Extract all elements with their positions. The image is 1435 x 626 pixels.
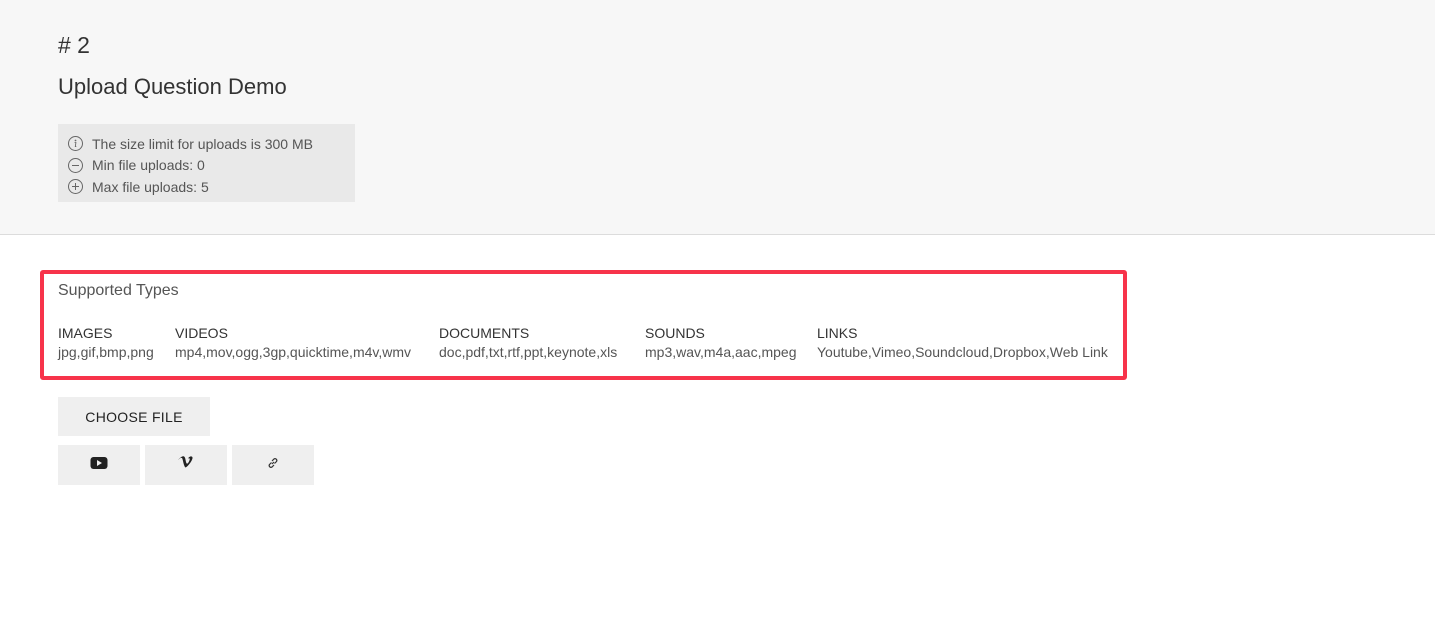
type-documents: DOCUMENTS doc,pdf,txt,rtf,ppt,keynote,xl… — [439, 324, 617, 362]
type-sounds: SOUNDS mp3,wav,m4a,aac,mpeg — [645, 324, 796, 362]
info-icon — [68, 136, 83, 152]
type-label: LINKS — [817, 325, 858, 341]
supported-types-title: Supported Types — [58, 282, 179, 299]
type-label: IMAGES — [58, 325, 113, 341]
vimeo-icon — [177, 455, 195, 476]
vimeo-link-button[interactable] — [145, 445, 227, 485]
plus-circle-icon — [68, 179, 83, 195]
type-extensions: Youtube,Vimeo,Soundcloud,Dropbox,Web Lin… — [817, 344, 1108, 360]
type-links: LINKS Youtube,Vimeo,Soundcloud,Dropbox,W… — [817, 324, 1108, 362]
max-uploads-text: Max file uploads: 5 — [92, 178, 209, 195]
type-label: SOUNDS — [645, 325, 705, 341]
type-extensions: doc,pdf,txt,rtf,ppt,keynote,xls — [439, 344, 618, 360]
size-limit-text: The size limit for uploads is 300 MB — [92, 135, 313, 152]
upload-info-box: The size limit for uploads is 300 MB Min… — [58, 124, 355, 202]
question-header: # 2 Upload Question Demo The size limit … — [0, 0, 1435, 235]
choose-file-button[interactable]: CHOOSE FILE — [58, 397, 210, 436]
min-uploads-row: Min file uploads: 0 — [68, 155, 355, 177]
question-title: Upload Question Demo — [58, 74, 287, 99]
youtube-icon — [90, 456, 108, 475]
minus-circle-icon — [68, 157, 83, 173]
web-link-button[interactable] — [232, 445, 314, 485]
type-extensions: mp4,mov,ogg,3gp,quicktime,m4v,wmv — [175, 344, 412, 360]
link-icon — [266, 456, 280, 475]
max-uploads-row: Max file uploads: 5 — [68, 176, 355, 198]
type-videos: VIDEOS mp4,mov,ogg,3gp,quicktime,m4v,wmv — [175, 324, 411, 362]
min-uploads-text: Min file uploads: 0 — [92, 157, 205, 174]
type-extensions: jpg,gif,bmp,png — [58, 344, 154, 360]
youtube-link-button[interactable] — [58, 445, 140, 485]
type-label: DOCUMENTS — [439, 325, 530, 341]
type-extensions: mp3,wav,m4a,aac,mpeg — [645, 344, 797, 360]
supported-types-panel: Supported Types IMAGES jpg,gif,bmp,png V… — [40, 270, 1127, 380]
size-limit-row: The size limit for uploads is 300 MB — [68, 133, 355, 155]
question-number: # 2 — [58, 32, 90, 58]
type-images: IMAGES jpg,gif,bmp,png — [58, 324, 154, 362]
type-label: VIDEOS — [175, 325, 228, 341]
